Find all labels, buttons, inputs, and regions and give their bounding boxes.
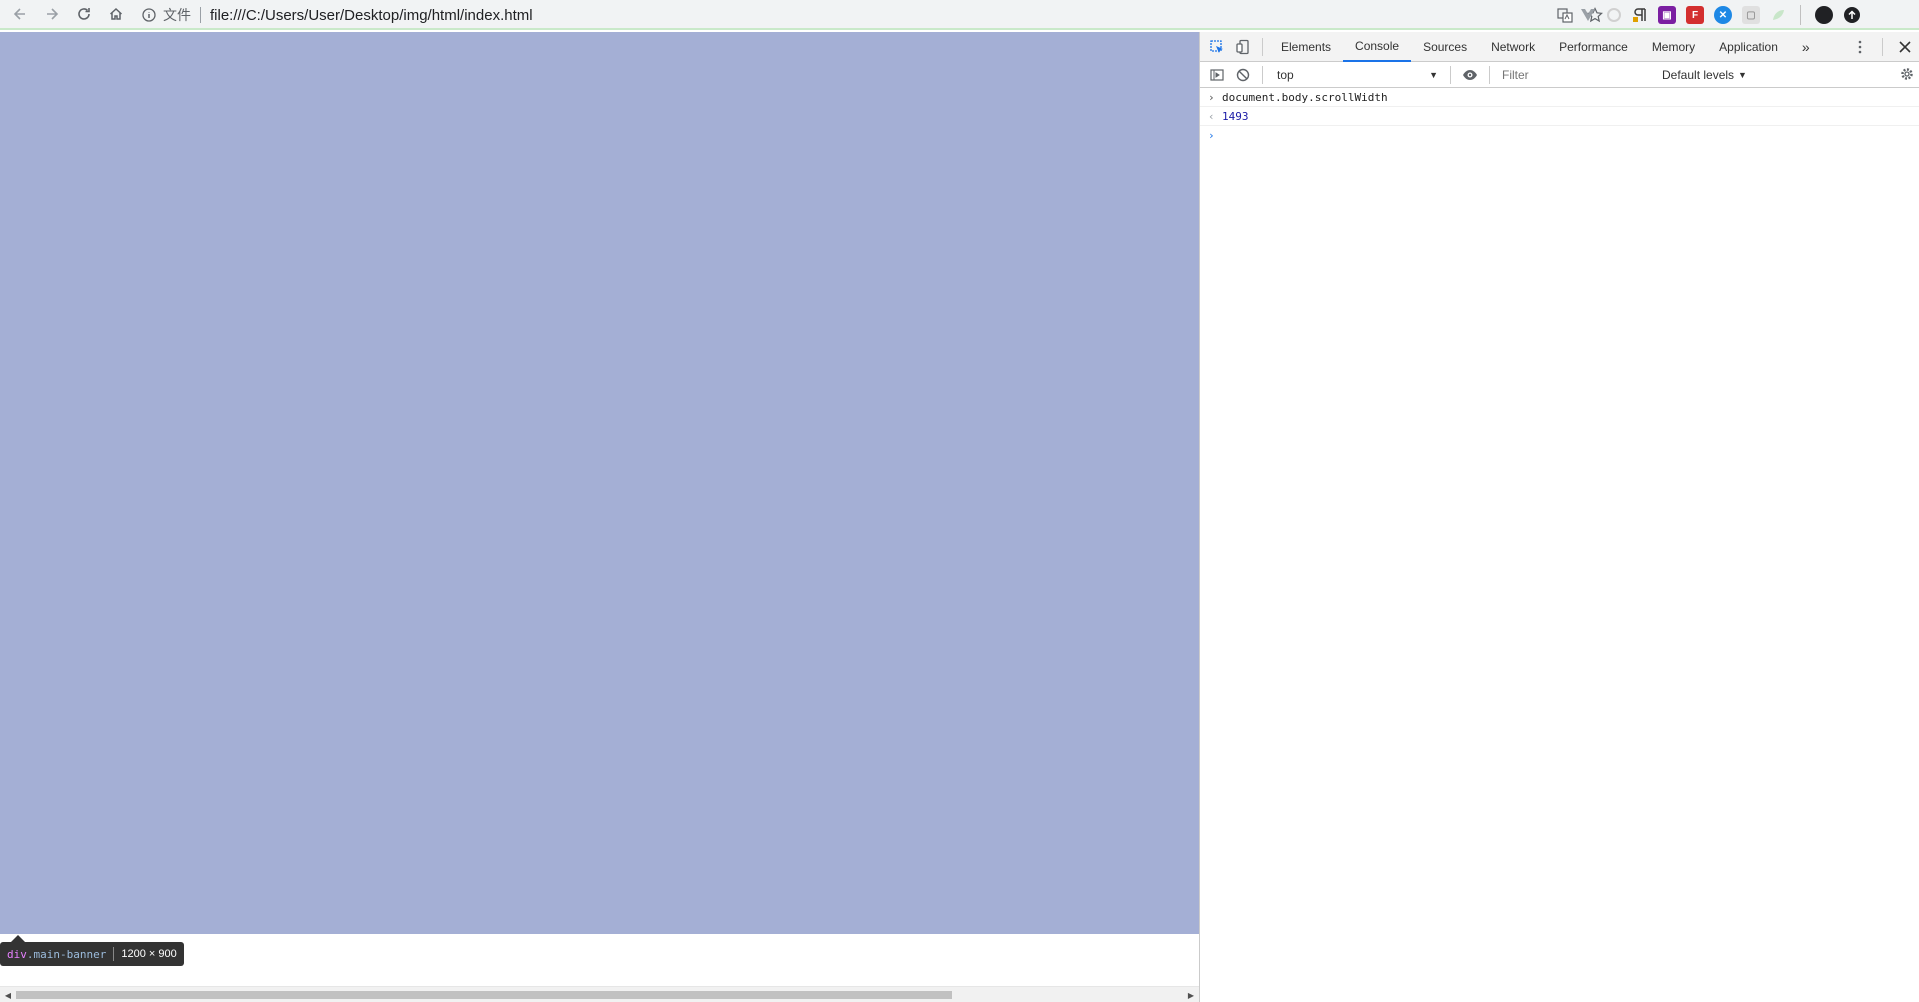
- device-toolbar-button[interactable]: [1230, 34, 1256, 60]
- scroll-left-icon[interactable]: ◀: [0, 987, 16, 1002]
- translate-icon[interactable]: [1557, 7, 1573, 23]
- update-icon[interactable]: [1843, 6, 1861, 24]
- more-tabs-icon[interactable]: »: [1790, 32, 1822, 62]
- tabbar-separator: [1262, 37, 1263, 56]
- purple-extension-icon[interactable]: ▣: [1658, 6, 1676, 24]
- console-command-line: › document.body.scrollWidth: [1200, 88, 1919, 107]
- page-viewport: div .main-banner 1200 × 900 ◀ ▶: [0, 32, 1199, 1002]
- avatar[interactable]: [1815, 6, 1833, 24]
- paragraph-extension-icon[interactable]: [1632, 7, 1648, 23]
- devtools-window-actions: [1852, 32, 1913, 62]
- inspect-tooltip-arrow: [11, 935, 25, 942]
- file-chip: 文件: [163, 7, 191, 23]
- console-bar-separator: [1489, 65, 1490, 84]
- inspect-element-button[interactable]: [1204, 34, 1230, 60]
- scrollbar-thumb[interactable]: [16, 991, 952, 999]
- back-button[interactable]: [4, 0, 36, 29]
- chevron-right-icon: ›: [1208, 90, 1215, 104]
- filter-input[interactable]: [1496, 64, 1656, 85]
- back-arrow-icon: [13, 8, 25, 20]
- chevron-down-icon: ▼: [1429, 69, 1438, 80]
- reload-button[interactable]: [68, 0, 100, 29]
- tab-sources[interactable]: Sources: [1411, 32, 1479, 62]
- console-bar-separator: [1450, 65, 1451, 84]
- tooltip-separator: [113, 947, 115, 961]
- home-button[interactable]: [100, 0, 132, 29]
- context-value: top: [1277, 67, 1294, 82]
- vue-devtools-icon[interactable]: [1580, 7, 1596, 23]
- gear-icon: [1901, 68, 1913, 80]
- console-prompt[interactable]: ›: [1200, 126, 1919, 145]
- tab-elements[interactable]: Elements: [1269, 32, 1343, 62]
- inspect-tooltip: div .main-banner 1200 × 900: [0, 942, 184, 966]
- address-bar[interactable]: 文件 file:///C:/Users/User/Desktop/img/htm…: [141, 3, 1603, 27]
- kebab-menu-icon[interactable]: [1852, 39, 1868, 55]
- horizontal-scrollbar[interactable]: ◀ ▶: [0, 986, 1199, 1002]
- console-toolbar: top ▼ Default levels ▼: [1200, 62, 1919, 88]
- device-icon: [1236, 39, 1249, 54]
- console-bar-separator: [1262, 65, 1263, 84]
- extension-swirl-icon[interactable]: [1606, 7, 1622, 23]
- scroll-right-icon[interactable]: ▶: [1183, 987, 1199, 1002]
- show-sidebar-button[interactable]: [1204, 62, 1230, 88]
- clear-console-button[interactable]: [1230, 62, 1256, 88]
- console-output[interactable]: › document.body.scrollWidth ‹ 1493 ›: [1200, 88, 1919, 145]
- close-icon[interactable]: [1897, 39, 1913, 55]
- extensions-area: ▣ F ✕ ▢: [1580, 4, 1861, 26]
- leaf-extension-icon[interactable]: [1770, 7, 1786, 23]
- blue-extension-icon[interactable]: ✕: [1714, 6, 1732, 24]
- inspect-cursor-icon: [1210, 39, 1223, 53]
- tooltip-size: 1200 × 900: [121, 948, 177, 960]
- console-result-line: ‹ 1493: [1200, 107, 1919, 126]
- tab-console[interactable]: Console: [1343, 31, 1412, 62]
- forward-arrow-icon: [47, 8, 59, 20]
- log-levels-dropdown[interactable]: Default levels ▼: [1662, 68, 1747, 82]
- toolbar-divider: [1800, 5, 1801, 25]
- tab-application[interactable]: Application: [1707, 32, 1790, 62]
- chevron-down-icon: ▼: [1738, 69, 1747, 80]
- tooltip-tag: div: [7, 947, 27, 961]
- tab-performance[interactable]: Performance: [1547, 32, 1640, 62]
- browser-toolbar: 文件 file:///C:/Users/User/Desktop/img/htm…: [0, 0, 1919, 30]
- tab-memory[interactable]: Memory: [1640, 32, 1707, 62]
- live-expression-button[interactable]: [1457, 62, 1483, 88]
- tab-network[interactable]: Network: [1479, 32, 1547, 62]
- log-levels-label: Default levels: [1662, 67, 1735, 82]
- prompt-icon: ›: [1208, 129, 1215, 142]
- context-selector[interactable]: top ▼: [1269, 65, 1444, 85]
- console-result: 1493: [1222, 109, 1249, 123]
- clear-console-icon: [1236, 68, 1250, 81]
- eye-icon: [1463, 69, 1477, 80]
- home-icon: [109, 7, 123, 20]
- tooltip-class: .main-banner: [26, 947, 107, 961]
- address-separator: [200, 7, 201, 23]
- info-icon[interactable]: [141, 7, 157, 23]
- reload-icon: [78, 8, 90, 20]
- sidebar-toggle-icon: [1210, 68, 1224, 81]
- red-extension-icon[interactable]: F: [1686, 6, 1704, 24]
- console-settings-button[interactable]: [1899, 66, 1915, 87]
- main-banner: [0, 32, 1199, 934]
- url-text[interactable]: file:///C:/Users/User/Desktop/img/html/i…: [210, 7, 533, 24]
- actions-separator: [1882, 38, 1883, 56]
- devtools-panel: Elements Console Sources Network Perform…: [1199, 31, 1919, 1002]
- result-arrow-icon: ‹: [1208, 109, 1215, 123]
- gray-extension-icon[interactable]: ▢: [1742, 6, 1760, 24]
- console-command: document.body.scrollWidth: [1222, 90, 1388, 104]
- devtools-tabbar: Elements Console Sources Network Perform…: [1200, 31, 1919, 62]
- forward-button[interactable]: [36, 0, 68, 29]
